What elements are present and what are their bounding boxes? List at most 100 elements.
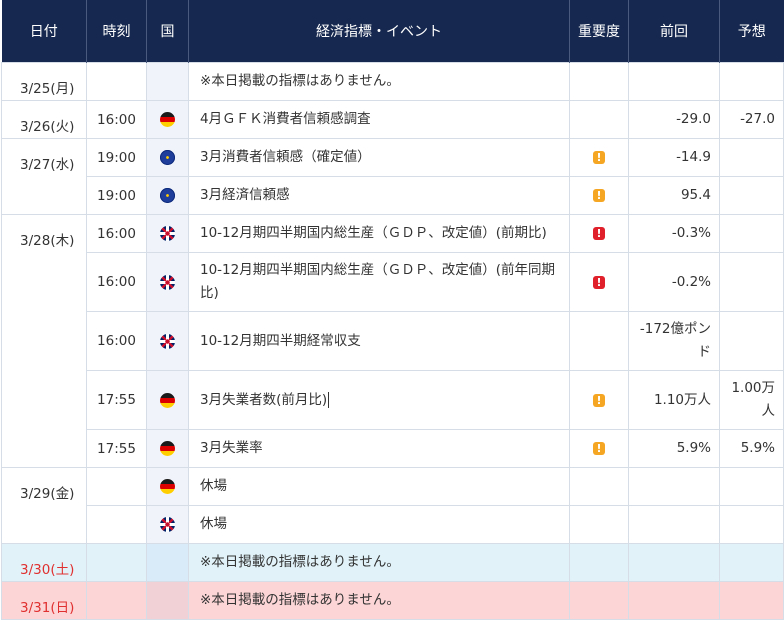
country-cell: [146, 252, 189, 312]
table-row: 16:00 10-12月期四半期国内総生産（ＧＤＰ、改定値）(前年同期比) ! …: [2, 252, 784, 312]
country-cell: [146, 62, 189, 101]
forecast-cell: [719, 176, 784, 215]
time-cell: 16:00: [86, 311, 147, 371]
event-cell: 休場: [188, 505, 570, 544]
event-cell: 10-12月期四半期国内総生産（ＧＤＰ、改定値）(前期比): [188, 214, 570, 253]
country-cell: [146, 176, 189, 215]
importance-high-icon: !: [593, 227, 605, 240]
time-cell: 19:00: [86, 138, 147, 177]
country-cell: [146, 429, 189, 468]
table-row: 3/25(月) ※本日掲載の指標はありません。: [1, 62, 784, 101]
header-event: 経済指標・イベント: [188, 0, 570, 63]
importance-cell: [569, 505, 629, 544]
forecast-cell: [719, 252, 784, 312]
country-cell: [146, 214, 189, 253]
event-label: 3月失業者数(前月比): [200, 391, 328, 408]
previous-cell: 1.10万人: [628, 370, 720, 430]
table-row: 3/30(土) ※本日掲載の指標はありません。: [1, 543, 784, 582]
time-cell: 17:55: [86, 429, 147, 468]
country-cell: [146, 543, 189, 582]
event-cell: ※本日掲載の指標はありません。: [188, 62, 570, 101]
previous-cell: 5.9%: [628, 429, 720, 468]
importance-cell: !: [569, 370, 629, 430]
importance-medium-icon: !: [593, 393, 605, 407]
country-cell: [146, 100, 189, 139]
importance-cell: !: [569, 252, 629, 312]
event-cell: 3月失業者数(前月比): [188, 370, 570, 430]
forecast-cell: 1.00万人: [719, 370, 784, 430]
event-cell: 3月失業率: [188, 429, 570, 468]
importance-high-icon: !: [593, 275, 605, 289]
importance-cell: !: [569, 214, 629, 253]
forecast-cell: [719, 581, 784, 620]
table-row: 19:00 3月経済信頼感 ! 95.4: [2, 176, 784, 215]
event-cell: ※本日掲載の指標はありません。: [188, 581, 570, 620]
previous-cell: -29.0: [628, 100, 720, 139]
country-cell: [146, 505, 189, 544]
table-row: 16:00 10-12月期四半期経常収支 -172億ポンド: [2, 311, 784, 371]
country-cell: [146, 311, 189, 371]
time-cell: 19:00: [86, 176, 147, 215]
table-row: 17:55 3月失業率 ! 5.9% 5.9%: [2, 429, 784, 468]
previous-cell: -14.9: [628, 138, 720, 177]
forecast-cell: [719, 62, 784, 101]
importance-cell: [569, 100, 629, 139]
table-row: 3/26(火) 16:00 4月ＧＦＫ消費者信頼感調査 -29.0 -27.0: [1, 100, 784, 139]
header-forecast: 予想: [719, 0, 784, 63]
event-cell: 休場: [188, 467, 570, 506]
event-cell: 10-12月期四半期経常収支: [188, 311, 570, 371]
time-cell: [86, 543, 147, 582]
time-cell: [86, 581, 147, 620]
country-cell: [146, 581, 189, 620]
uk-flag-icon: [160, 333, 175, 349]
country-cell: [146, 138, 189, 177]
importance-cell: [569, 543, 629, 582]
event-cell: 10-12月期四半期国内総生産（ＧＤＰ、改定値）(前年同期比): [188, 252, 570, 312]
previous-cell: -172億ポンド: [628, 311, 720, 371]
forecast-cell: 5.9%: [719, 429, 784, 468]
germany-flag-icon: [160, 479, 175, 494]
table-row: 3/31(日) ※本日掲載の指標はありません。: [1, 581, 784, 620]
previous-cell: [628, 467, 720, 506]
event-cell: 3月経済信頼感: [188, 176, 570, 215]
uk-flag-icon: [160, 226, 175, 241]
importance-medium-icon: !: [593, 442, 605, 455]
event-cell: 4月ＧＦＫ消費者信頼感調査: [188, 100, 570, 139]
previous-cell: [628, 505, 720, 544]
germany-flag-icon: [160, 392, 175, 408]
country-cell: [146, 370, 189, 430]
table-row: 3/27(水) 19:00 3月消費者信頼感（確定値） ! -14.9: [1, 138, 784, 215]
table-row: 休場: [2, 505, 784, 544]
time-cell: [86, 62, 147, 101]
forecast-cell: [719, 505, 784, 544]
time-cell: 17:55: [86, 370, 147, 430]
time-cell: 16:00: [86, 252, 147, 312]
date-cell: 3/26(火): [1, 100, 87, 139]
previous-cell: 95.4: [628, 176, 720, 215]
importance-cell: [569, 467, 629, 506]
previous-cell: [628, 543, 720, 582]
uk-flag-icon: [160, 274, 175, 290]
importance-cell: [569, 311, 629, 371]
header-country: 国: [146, 0, 189, 63]
date-cell: 3/29(金): [1, 467, 87, 544]
event-cell: 3月消費者信頼感（確定値）: [188, 138, 570, 177]
date-cell: 3/25(月): [1, 62, 87, 101]
forecast-cell: [719, 543, 784, 582]
economic-calendar-table: 日付 時刻 国 経済指標・イベント 重要度 前回 予想 3/25(月) ※本日掲…: [1, 0, 784, 620]
time-cell: [86, 467, 147, 506]
importance-medium-icon: !: [593, 151, 605, 164]
importance-medium-icon: !: [593, 189, 605, 202]
forecast-cell: [719, 311, 784, 371]
uk-flag-icon: [160, 517, 175, 532]
eu-flag-icon: [160, 150, 175, 165]
time-cell: [86, 505, 147, 544]
germany-flag-icon: [160, 112, 175, 127]
eu-flag-icon: [160, 188, 175, 203]
forecast-cell: -27.0: [719, 100, 784, 139]
table-header-row: 日付 時刻 国 経済指標・イベント 重要度 前回 予想: [1, 0, 784, 63]
header-previous: 前回: [628, 0, 720, 63]
date-cell: 3/30(土): [1, 543, 87, 582]
header-importance: 重要度: [569, 0, 629, 63]
date-cell: 3/31(日): [1, 581, 87, 620]
